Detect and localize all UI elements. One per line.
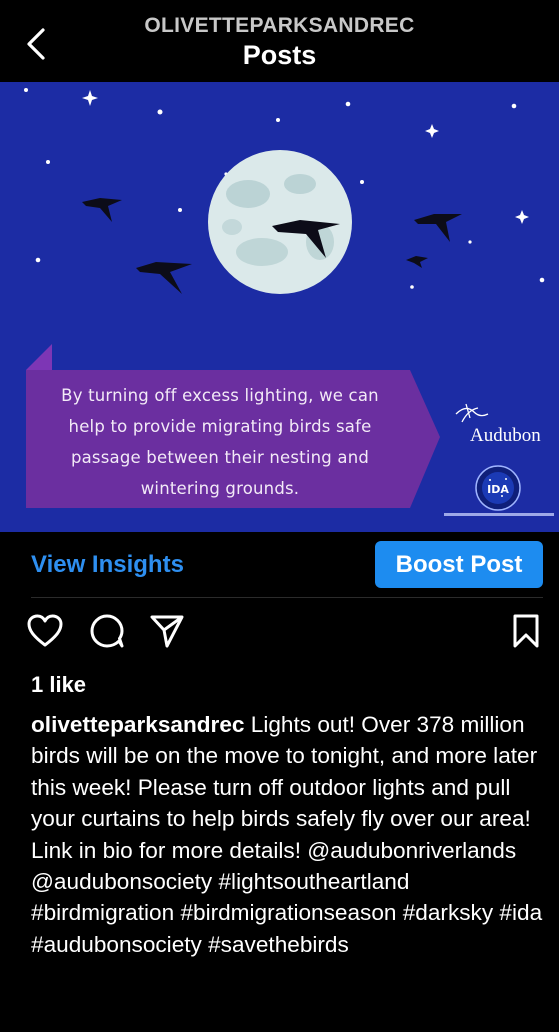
boost-post-button[interactable]: Boost Post: [375, 541, 543, 588]
caption-text: Lights out! Over 378 million birds will …: [31, 712, 543, 957]
banner-line: help to provide migrating birds safe: [68, 417, 372, 436]
svg-text:IDA: IDA: [487, 483, 509, 496]
moon: [208, 150, 352, 294]
banner-line: By turning off excess lighting, we can: [61, 386, 379, 405]
comment-button[interactable]: [88, 612, 126, 650]
like-count[interactable]: 1 like: [31, 672, 86, 698]
save-button[interactable]: [507, 612, 545, 650]
account-name: OLIVETTEPARKSANDREC: [144, 14, 415, 37]
header-bar: OLIVETTEPARKSANDREC Posts: [0, 0, 559, 82]
heart-icon: [27, 614, 63, 647]
banner-line: wintering grounds.: [140, 479, 300, 498]
like-button[interactable]: [26, 612, 64, 650]
comment-icon: [90, 614, 124, 648]
page-title: Posts: [242, 40, 317, 70]
banner-line: passage between their nesting and: [70, 448, 370, 467]
view-insights-link[interactable]: View Insights: [31, 551, 184, 579]
post-caption: olivetteparksandrec Lights out! Over 378…: [31, 709, 543, 960]
caption-username[interactable]: olivetteparksandrec: [31, 712, 244, 737]
audubon-logo-text: Audubon: [470, 425, 541, 446]
post-image[interactable]: IDA By turning off excess lighting, we c…: [0, 82, 559, 532]
banner-text: By turning off excess lighting, we can h…: [30, 380, 410, 504]
divider: [31, 597, 543, 598]
share-button[interactable]: [148, 612, 186, 650]
send-icon: [150, 615, 184, 648]
bookmark-icon: [513, 614, 539, 648]
post-actions-row: View Insights Boost Post: [0, 532, 559, 598]
